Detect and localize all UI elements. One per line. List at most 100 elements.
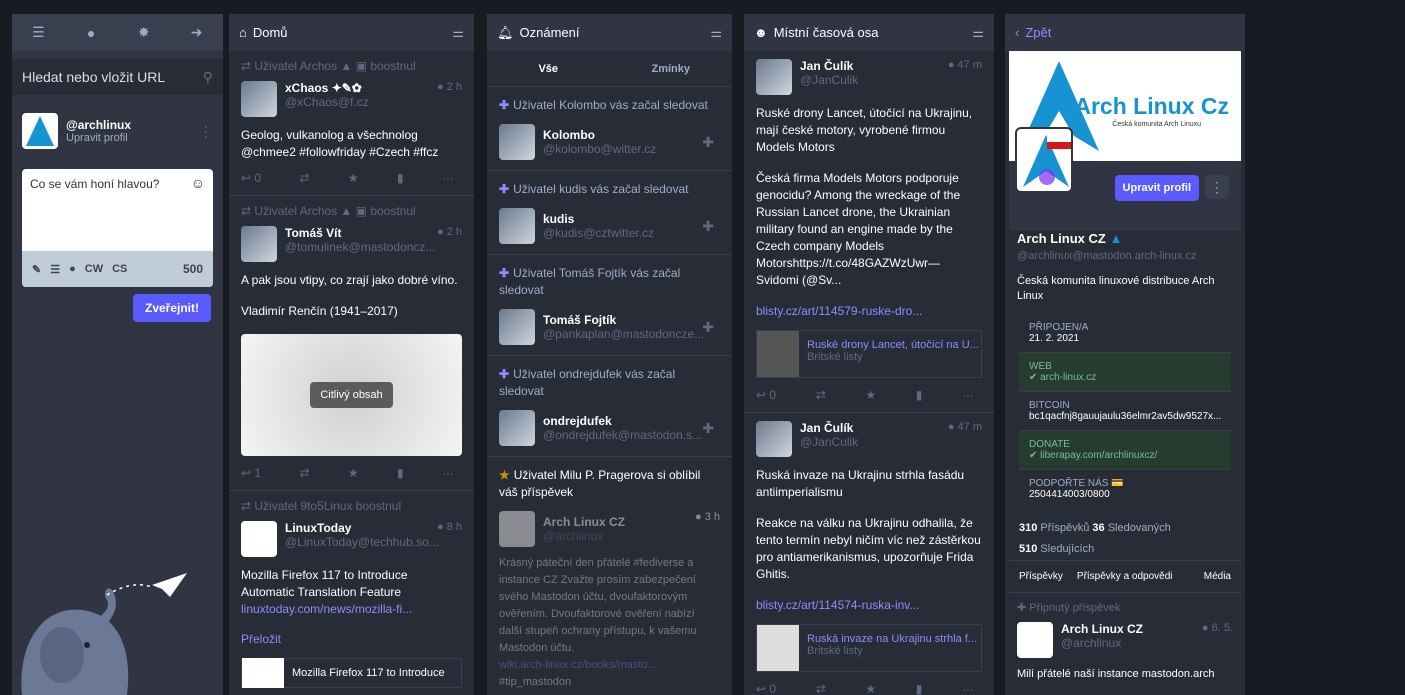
avatar[interactable]: [241, 226, 277, 262]
visibility-icon[interactable]: ●: [69, 263, 76, 275]
home-column-header[interactable]: ⌂ Domů ⚌: [229, 14, 474, 51]
menu-icon[interactable]: ☰: [28, 24, 48, 41]
link-card[interactable]: Ruské drony Lancet, útočící na U... Brits…: [756, 330, 982, 378]
local-column-header[interactable]: ☻ Místní časová osa ⚌: [744, 14, 994, 51]
avatar[interactable]: [499, 124, 535, 160]
more-icon[interactable]: ···: [442, 171, 454, 185]
more-icon[interactable]: ···: [962, 682, 974, 695]
account-name[interactable]: @JanCulik: [800, 73, 858, 87]
avatar[interactable]: [499, 410, 535, 446]
logout-icon[interactable]: ➜: [187, 24, 207, 41]
status[interactable]: Jan Čulík @JanCulik ● 47 m Ruské drony La…: [744, 51, 994, 413]
search-input[interactable]: Hledat nebo vložit URL ⚲: [12, 59, 223, 95]
reply-icon[interactable]: ↩ 0: [756, 388, 776, 402]
notification[interactable]: ✚ Uživatel Kolombo vás začal sledovat Kol…: [487, 87, 732, 171]
star-icon[interactable]: ★: [348, 466, 359, 480]
follow-button-icon[interactable]: ✚: [702, 134, 714, 151]
display-name[interactable]: Tomáš Fojtík: [543, 313, 704, 327]
compose-form[interactable]: Co se vám honí hlavou? ☺ ✎ ☰ ● CW CS 500: [22, 169, 213, 287]
display-name[interactable]: ondrejdufek: [543, 414, 702, 428]
cw-button[interactable]: CW: [85, 263, 103, 275]
star-icon[interactable]: ★: [865, 388, 876, 402]
display-name[interactable]: xChaos ✦✎✿: [285, 81, 369, 95]
display-name[interactable]: kudis: [543, 212, 654, 226]
link-card[interactable]: Ruská invaze na Ukrajinu strhla f... Brit…: [756, 624, 982, 672]
notifications-column-header[interactable]: 🔔︎ Oznámení ⚌: [487, 14, 732, 51]
display-name[interactable]: Arch Linux CZ: [543, 515, 625, 529]
notification[interactable]: ★ Uživatel Milu P. Pragerova si oblíbil v…: [487, 457, 732, 695]
star-icon[interactable]: ★: [865, 682, 876, 695]
sensitive-label[interactable]: Citlivý obsah: [310, 382, 393, 408]
account-name[interactable]: @kudis@cztwitter.cz: [543, 226, 654, 240]
status-time[interactable]: ● 47 m: [948, 59, 982, 71]
display-name[interactable]: Jan Čulík: [800, 59, 858, 73]
account-handle[interactable]: @archlinux: [66, 118, 131, 132]
language-button[interactable]: CS: [112, 263, 127, 275]
profile-avatar[interactable]: [1015, 127, 1073, 193]
star-icon[interactable]: ★: [348, 171, 359, 185]
avatar[interactable]: [241, 81, 277, 117]
notification[interactable]: ✚ Uživatel kudis vás začal sledovat kudis…: [487, 171, 732, 255]
link-card[interactable]: Mozilla Firefox 117 to Introduce: [241, 658, 462, 688]
status-time[interactable]: ● 2 h: [437, 81, 462, 93]
notification[interactable]: ✚ Uživatel ondrejdufek vás začal sledovat…: [487, 356, 732, 457]
display-name[interactable]: Tomáš Vít: [285, 226, 435, 240]
compose-textarea[interactable]: Co se vám honí hlavou?: [30, 177, 159, 191]
tab-mentions[interactable]: Zmínky: [610, 51, 733, 86]
account-name[interactable]: @LinuxToday@techhub.so...: [285, 535, 439, 549]
boost-icon[interactable]: ⇄: [299, 466, 309, 480]
status-time[interactable]: ● 2 h: [437, 226, 462, 238]
account-name[interactable]: @xChaos@f.cz: [285, 95, 369, 109]
edit-profile-button[interactable]: Upravit profil: [1114, 175, 1199, 201]
status-link[interactable]: wiki.arch-linux.cz/books/masto...: [499, 659, 657, 671]
more-icon[interactable]: ⋮: [199, 123, 213, 140]
avatar[interactable]: [756, 59, 792, 95]
more-icon[interactable]: ···: [442, 466, 454, 480]
sensitive-media[interactable]: Citlivý obsah: [241, 334, 462, 456]
reply-icon[interactable]: ↩ 0: [241, 171, 261, 185]
tab-posts-replies[interactable]: Příspěvky a odpovědi: [1077, 571, 1173, 582]
avatar[interactable]: [499, 309, 535, 345]
reply-icon[interactable]: ↩ 0: [756, 682, 776, 695]
display-name[interactable]: LinuxToday: [285, 521, 439, 535]
status-link[interactable]: blisty.cz/art/114574-ruska-inv...: [756, 598, 919, 612]
bookmark-icon[interactable]: ▮: [916, 388, 923, 402]
reply-icon[interactable]: ↩ 1: [241, 466, 261, 480]
display-name[interactable]: Arch Linux CZ: [1061, 622, 1143, 636]
attach-icon[interactable]: ✎: [32, 263, 41, 276]
avatar[interactable]: [499, 511, 535, 547]
settings-icon[interactable]: ⚌: [452, 25, 464, 41]
settings-icon[interactable]: ⚌: [972, 25, 984, 41]
avatar[interactable]: [22, 113, 58, 149]
status[interactable]: ⇄ Uživatel Archos ▲ ▣ boostnul Tomáš Vít…: [229, 196, 474, 491]
account-name[interactable]: @kolombo@witter.cz: [543, 142, 656, 156]
bookmark-icon[interactable]: ▮: [397, 171, 404, 185]
status-time[interactable]: ● 6. 5.: [1202, 622, 1233, 634]
tab-all[interactable]: Vše: [487, 51, 610, 86]
publish-button[interactable]: Zveřejnit!: [132, 294, 211, 322]
bookmark-icon[interactable]: ▮: [916, 682, 923, 695]
boost-icon[interactable]: ⇄: [816, 682, 826, 695]
edit-profile-link[interactable]: Upravit profil: [66, 132, 131, 144]
account-name[interactable]: @pankaplan@mastodoncze...: [543, 327, 704, 341]
tab-media[interactable]: Média: [1204, 571, 1231, 582]
account-name[interactable]: @ondrejdufek@mastodon.s...: [543, 428, 702, 442]
status[interactable]: Jan Čulík @JanCulik ● 47 m Ruská invaze n…: [744, 413, 994, 695]
status-link[interactable]: blisty.cz/art/114579-ruske-dro...: [756, 304, 922, 318]
avatar[interactable]: [241, 521, 277, 557]
display-name[interactable]: Kolombo: [543, 128, 656, 142]
account-name[interactable]: @archlinux: [543, 529, 625, 543]
boost-icon[interactable]: ⇄: [816, 388, 826, 402]
account-name[interactable]: @JanCulik: [800, 435, 858, 449]
display-name[interactable]: Jan Čulík: [800, 421, 858, 435]
account-name[interactable]: @archlinux: [1061, 636, 1143, 650]
boost-icon[interactable]: ⇄: [299, 171, 309, 185]
status[interactable]: ⇄ Uživatel 9to5Linux boostnul LinuxToday…: [229, 491, 474, 695]
more-icon[interactable]: ⋮: [1205, 175, 1229, 199]
settings-icon[interactable]: ⚌: [710, 25, 722, 41]
account-name[interactable]: @tomulinek@mastodoncz...: [285, 240, 435, 254]
poll-icon[interactable]: ☰: [50, 263, 60, 276]
status-link[interactable]: linuxtoday.com/news/mozilla-fi...: [241, 602, 412, 616]
pinned-status[interactable]: Arch Linux CZ @archlinux ● 6. 5.: [1009, 622, 1241, 658]
notification[interactable]: ✚ Uživatel Tomáš Fojtík vás začal sledova…: [487, 255, 732, 356]
